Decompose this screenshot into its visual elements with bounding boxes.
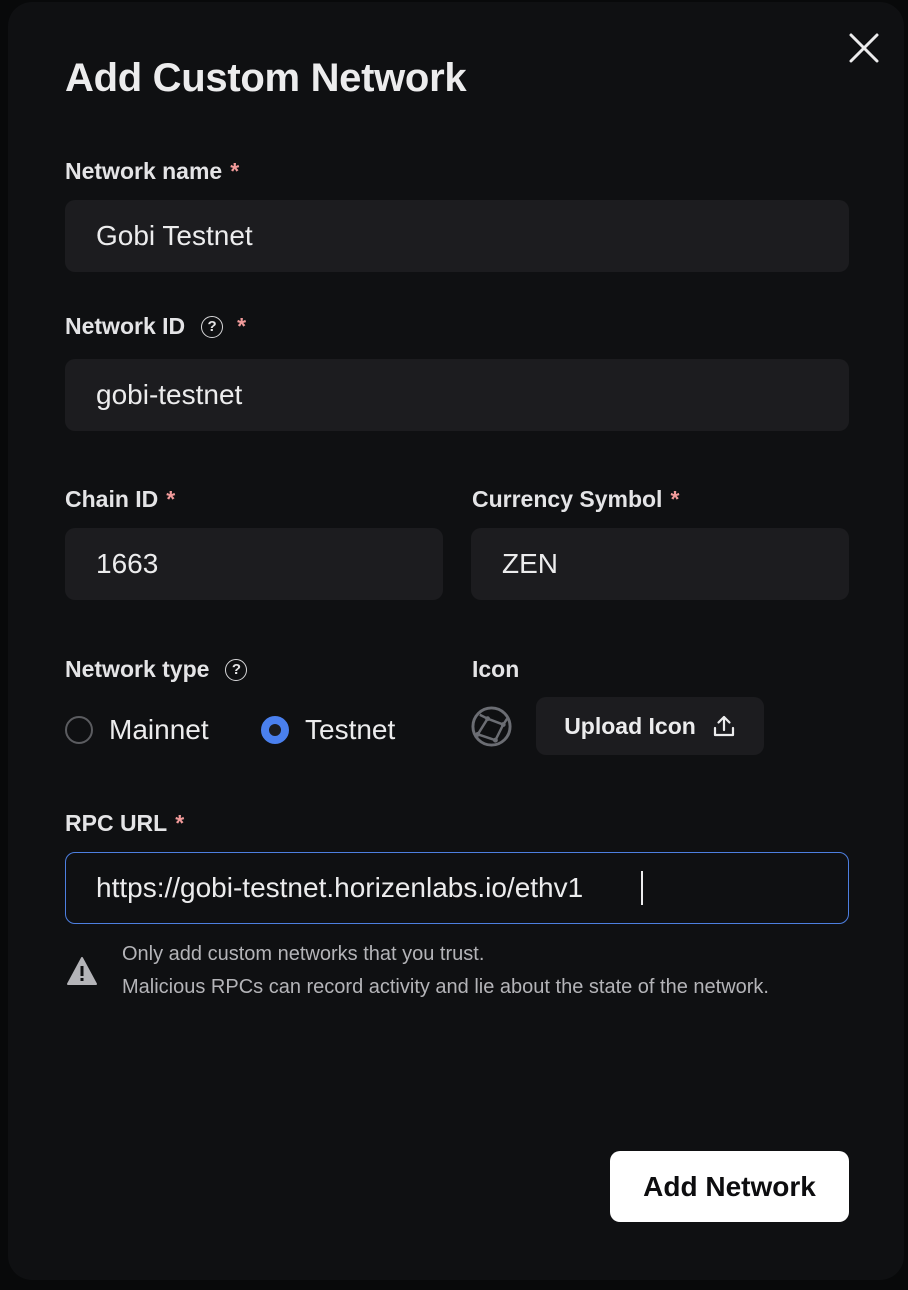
help-circle-icon[interactable]: ? bbox=[225, 658, 248, 681]
warning-triangle-icon bbox=[67, 957, 97, 985]
currency-symbol-field[interactable] bbox=[471, 528, 849, 600]
required-marker: * bbox=[237, 313, 247, 339]
network-id-field[interactable] bbox=[65, 359, 849, 431]
network-name-label-text: Network name bbox=[65, 158, 223, 184]
close-icon bbox=[849, 33, 879, 63]
radio-mainnet-indicator[interactable] bbox=[65, 716, 93, 744]
radio-mainnet[interactable]: Mainnet bbox=[65, 714, 209, 746]
rpc-url-label-text: RPC URL bbox=[65, 810, 168, 836]
warning-line-1: Only add custom networks that you trust. bbox=[122, 943, 485, 965]
radio-mainnet-label: Mainnet bbox=[109, 714, 209, 745]
upload-icon bbox=[713, 715, 734, 737]
warning-line-2: Malicious RPCs can record activity and l… bbox=[122, 976, 769, 998]
icon-label: Icon bbox=[472, 656, 519, 683]
add-network-button[interactable]: Add Network bbox=[610, 1151, 849, 1222]
network-id-label: Network ID ? * bbox=[65, 313, 246, 340]
radio-testnet-label: Testnet bbox=[305, 714, 396, 745]
radio-testnet[interactable]: Testnet bbox=[261, 714, 395, 746]
close-button[interactable] bbox=[840, 24, 888, 72]
add-custom-network-dialog: Add Custom Network Network name * Networ… bbox=[8, 2, 904, 1280]
network-name-label: Network name * bbox=[65, 158, 239, 185]
chain-id-input[interactable] bbox=[66, 529, 442, 599]
icon-label-text: Icon bbox=[472, 656, 520, 682]
rpc-url-field[interactable] bbox=[65, 852, 849, 924]
globe-network-icon bbox=[471, 706, 512, 747]
network-name-input[interactable] bbox=[66, 201, 848, 271]
radio-testnet-indicator[interactable] bbox=[261, 716, 289, 744]
chain-id-label-text: Chain ID bbox=[65, 486, 159, 512]
dialog-title: Add Custom Network bbox=[65, 56, 467, 100]
required-marker: * bbox=[175, 810, 185, 836]
help-circle-icon[interactable]: ? bbox=[201, 315, 224, 338]
network-name-field[interactable] bbox=[65, 200, 849, 272]
rpc-warning: Only add custom networks that you trust.… bbox=[66, 938, 806, 1004]
rpc-url-input[interactable] bbox=[66, 853, 848, 923]
warning-text: Only add custom networks that you trust.… bbox=[122, 938, 769, 1004]
network-id-input[interactable] bbox=[66, 360, 848, 430]
required-marker: * bbox=[230, 158, 240, 184]
required-marker: * bbox=[670, 486, 680, 512]
currency-symbol-input[interactable] bbox=[472, 529, 848, 599]
text-cursor bbox=[641, 871, 643, 905]
network-type-label-text: Network type bbox=[65, 656, 210, 682]
network-type-label: Network type ? bbox=[65, 656, 248, 683]
required-marker: * bbox=[166, 486, 176, 512]
rpc-url-label: RPC URL * bbox=[65, 810, 184, 837]
upload-icon-button[interactable]: Upload Icon bbox=[536, 697, 764, 755]
currency-symbol-label-text: Currency Symbol bbox=[472, 486, 663, 512]
network-id-label-text: Network ID bbox=[65, 313, 186, 339]
chain-id-label: Chain ID * bbox=[65, 486, 175, 513]
chain-id-field[interactable] bbox=[65, 528, 443, 600]
currency-symbol-label: Currency Symbol * bbox=[472, 486, 679, 513]
upload-icon-button-label: Upload Icon bbox=[564, 712, 696, 739]
